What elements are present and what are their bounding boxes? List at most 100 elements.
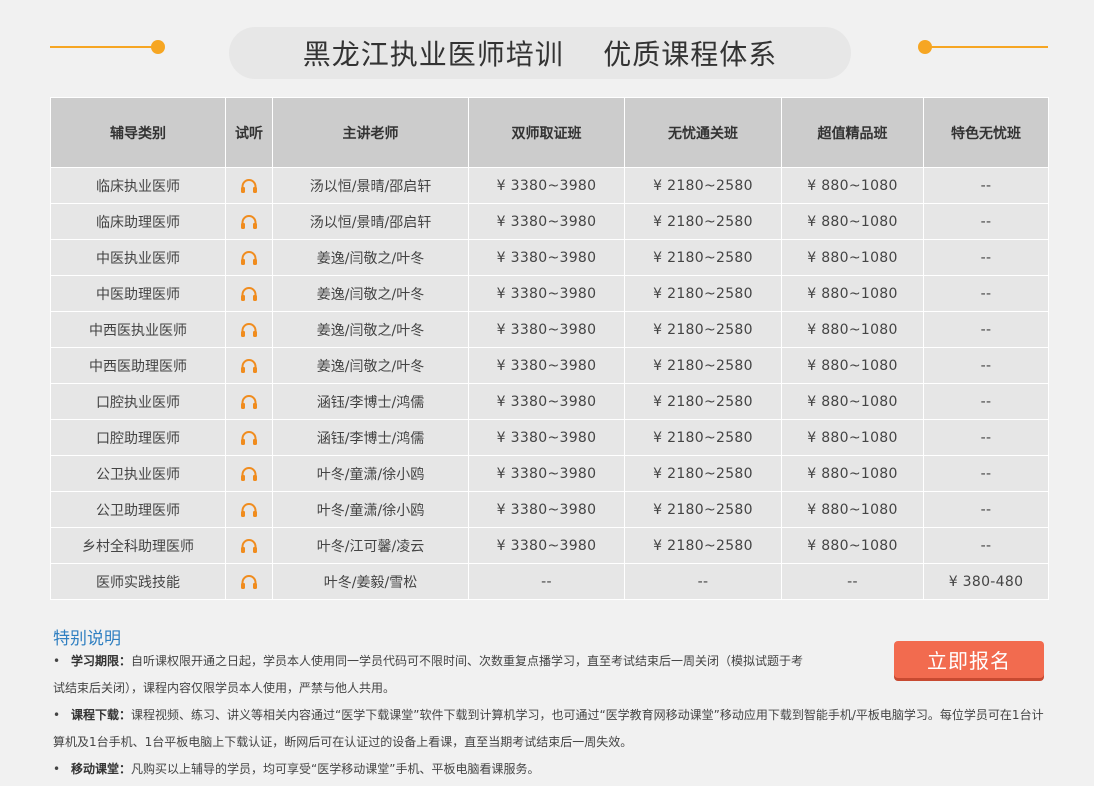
cell-price-special: -- — [923, 419, 1049, 456]
cell-price-dual-teacher: ¥ 3380~3980 — [468, 203, 625, 240]
cell-price-value-premium: ¥ 880~1080 — [781, 239, 924, 276]
cell-price-special: -- — [923, 275, 1049, 312]
table-row: 乡村全科助理医师 叶冬/江可馨/凌云 ¥ 3380~3980 ¥ 2180~2580 ¥… — [50, 527, 1049, 564]
note-item-course-download: • 课程下载：课程视频、练习、讲义等相关内容通过“医学下载课堂”软件下载到计算机学… — [53, 702, 1048, 756]
cell-category: 医师实践技能 — [50, 563, 226, 600]
headphones-icon[interactable] — [240, 322, 258, 338]
cell-category: 中医执业医师 — [50, 239, 226, 276]
cell-price-dual-teacher: ¥ 3380~3980 — [468, 347, 625, 384]
cell-price-special: -- — [923, 203, 1049, 240]
cell-price-dual-teacher: ¥ 3380~3980 — [468, 527, 625, 564]
cell-listen — [225, 275, 273, 312]
cell-price-worry-free: ¥ 2180~2580 — [624, 527, 782, 564]
cell-price-worry-free: ¥ 2180~2580 — [624, 383, 782, 420]
headphones-icon[interactable] — [240, 178, 258, 194]
cell-teachers: 涵钰/李博士/鸿儒 — [272, 419, 469, 456]
cell-listen — [225, 383, 273, 420]
header-category: 辅导类别 — [50, 97, 226, 168]
note-label: 移动课堂： — [71, 762, 132, 776]
cell-listen — [225, 203, 273, 240]
cell-price-dual-teacher: ¥ 3380~3980 — [468, 167, 625, 204]
headphones-icon[interactable] — [240, 214, 258, 230]
cell-category: 中医助理医师 — [50, 275, 226, 312]
cell-price-dual-teacher: ¥ 3380~3980 — [468, 491, 625, 528]
cell-price-value-premium: ¥ 880~1080 — [781, 347, 924, 384]
cell-price-special: -- — [923, 455, 1049, 492]
cell-price-value-premium: ¥ 880~1080 — [781, 455, 924, 492]
cell-price-worry-free: ¥ 2180~2580 — [624, 311, 782, 348]
table-row: 临床助理医师 汤以恒/景晴/邵启轩 ¥ 3380~3980 ¥ 2180~2580 ¥ … — [50, 203, 1049, 240]
table-body: 临床执业医师 汤以恒/景晴/邵启轩 ¥ 3380~3980 ¥ 2180~2580 ¥ … — [50, 167, 1049, 600]
headphones-icon[interactable] — [240, 358, 258, 374]
cell-price-worry-free: ¥ 2180~2580 — [624, 239, 782, 276]
cell-price-worry-free: ¥ 2180~2580 — [624, 347, 782, 384]
notes-title: 特别说明 — [53, 629, 121, 649]
cell-price-worry-free: ¥ 2180~2580 — [624, 275, 782, 312]
headphones-icon[interactable] — [240, 250, 258, 266]
cell-teachers: 叶冬/江可馨/凌云 — [272, 527, 469, 564]
table-row: 口腔助理医师 涵钰/李博士/鸿儒 ¥ 3380~3980 ¥ 2180~2580 ¥ 8… — [50, 419, 1049, 456]
cell-price-value-premium: ¥ 880~1080 — [781, 203, 924, 240]
note-bullet: • — [53, 708, 61, 722]
cell-price-worry-free: ¥ 2180~2580 — [624, 167, 782, 204]
cell-price-dual-teacher: ¥ 3380~3980 — [468, 275, 625, 312]
cell-teachers: 叶冬/姜毅/雪松 — [272, 563, 469, 600]
headphones-icon[interactable] — [240, 538, 258, 554]
cell-price-worry-free: ¥ 2180~2580 — [624, 203, 782, 240]
cell-listen — [225, 563, 273, 600]
cell-teachers: 涵钰/李博士/鸿儒 — [272, 383, 469, 420]
headphones-icon[interactable] — [240, 502, 258, 518]
cell-teachers: 姜逸/闫敬之/叶冬 — [272, 311, 469, 348]
note-label: 课程下载： — [71, 708, 132, 722]
cell-price-dual-teacher: ¥ 3380~3980 — [468, 419, 625, 456]
cell-price-value-premium: ¥ 880~1080 — [781, 491, 924, 528]
cell-price-value-premium: ¥ 880~1080 — [781, 383, 924, 420]
header-class-value-premium: 超值精品班 — [781, 97, 924, 168]
cell-listen — [225, 527, 273, 564]
headphones-icon[interactable] — [240, 394, 258, 410]
cell-category: 口腔执业医师 — [50, 383, 226, 420]
cell-listen — [225, 419, 273, 456]
cell-price-special: -- — [923, 491, 1049, 528]
cell-teachers: 姜逸/闫敬之/叶冬 — [272, 347, 469, 384]
cell-price-value-premium: ¥ 880~1080 — [781, 311, 924, 348]
header-class-dual-teacher: 双师取证班 — [468, 97, 625, 168]
cell-price-dual-teacher: ¥ 3380~3980 — [468, 311, 625, 348]
table-row: 临床执业医师 汤以恒/景晴/邵启轩 ¥ 3380~3980 ¥ 2180~2580 ¥ … — [50, 167, 1049, 204]
table-row: 公卫助理医师 叶冬/童潇/徐小鸥 ¥ 3380~3980 ¥ 2180~2580 ¥ 8… — [50, 491, 1049, 528]
note-label: 学习期限： — [71, 654, 132, 668]
cell-price-special: -- — [923, 347, 1049, 384]
headphones-icon[interactable] — [240, 286, 258, 302]
note-text: 凡购买以上辅导的学员，均可享受“医学移动课堂”手机、平板电脑看课服务。 — [131, 762, 540, 776]
right-deco-line — [928, 46, 1048, 48]
signup-button[interactable]: 立即报名 — [894, 641, 1044, 678]
cell-category: 临床执业医师 — [50, 167, 226, 204]
table-row: 中西医执业医师 姜逸/闫敬之/叶冬 ¥ 3380~3980 ¥ 2180~2580 ¥ … — [50, 311, 1049, 348]
table-header-row: 辅导类别 试听 主讲老师 双师取证班 无忧通关班 超值精品班 特色无忧班 — [50, 97, 1049, 168]
cell-price-worry-free: ¥ 2180~2580 — [624, 419, 782, 456]
cell-category: 临床助理医师 — [50, 203, 226, 240]
cell-price-special: -- — [923, 527, 1049, 564]
headphones-icon[interactable] — [240, 466, 258, 482]
headphones-icon[interactable] — [240, 574, 258, 590]
left-deco-dot — [151, 40, 165, 54]
cell-category: 公卫助理医师 — [50, 491, 226, 528]
cell-price-dual-teacher: ¥ 3380~3980 — [468, 455, 625, 492]
table-row: 中医助理医师 姜逸/闫敬之/叶冬 ¥ 3380~3980 ¥ 2180~2580 ¥ 8… — [50, 275, 1049, 312]
table-row: 公卫执业医师 叶冬/童潇/徐小鸥 ¥ 3380~3980 ¥ 2180~2580 ¥ 8… — [50, 455, 1049, 492]
note-bullet: • — [53, 654, 61, 668]
course-table: 辅导类别 试听 主讲老师 双师取证班 无忧通关班 超值精品班 特色无忧班 临床执… — [50, 97, 1049, 600]
note-item-mobile-classroom: • 移动课堂：凡购买以上辅导的学员，均可享受“医学移动课堂”手机、平板电脑看课服务… — [53, 756, 1048, 783]
cell-listen — [225, 311, 273, 348]
cell-price-dual-teacher: -- — [468, 563, 625, 600]
cell-price-worry-free: ¥ 2180~2580 — [624, 455, 782, 492]
header-listen: 试听 — [225, 97, 273, 168]
headphones-icon[interactable] — [240, 430, 258, 446]
cell-teachers: 叶冬/童潇/徐小鸥 — [272, 491, 469, 528]
note-bullet: • — [53, 762, 61, 776]
cell-price-special: -- — [923, 239, 1049, 276]
cell-price-special: -- — [923, 167, 1049, 204]
cell-listen — [225, 455, 273, 492]
cell-category: 公卫执业医师 — [50, 455, 226, 492]
note-item-study-period: • 学习期限：自听课权限开通之日起，学员本人使用同一学员代码可不限时间、次数重复点… — [53, 648, 813, 702]
